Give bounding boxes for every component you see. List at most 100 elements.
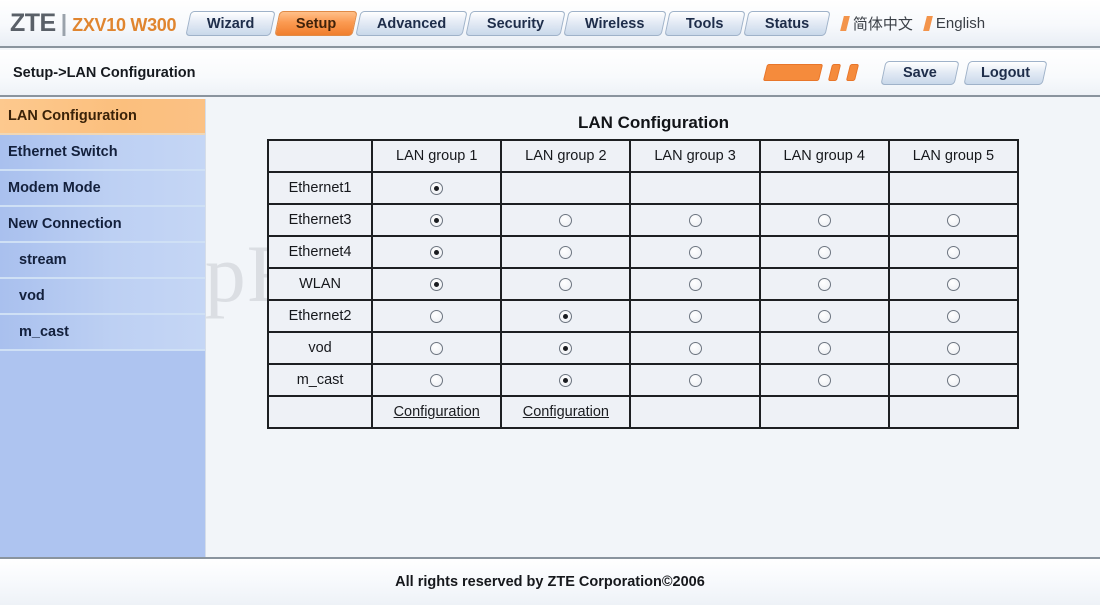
radio-ethernet3-lan-group-2[interactable] — [559, 213, 573, 227]
cell-vod-lan-group-3[interactable] — [629, 331, 761, 365]
radio-m-cast-lan-group-4[interactable] — [817, 373, 831, 387]
configuration-cell-lan-group-2[interactable]: Configuration — [500, 395, 632, 429]
radio-ethernet1-lan-group-1[interactable] — [430, 181, 444, 195]
cell-ethernet4-lan-group-3[interactable] — [629, 235, 761, 269]
radio-ethernet4-lan-group-5[interactable] — [946, 245, 960, 259]
cell-m-cast-lan-group-2[interactable] — [500, 363, 632, 397]
radio-ethernet2-lan-group-2[interactable] — [559, 309, 573, 323]
configuration-cell-lan-group-1[interactable]: Configuration — [371, 395, 503, 429]
cell-ethernet3-lan-group-2[interactable] — [500, 203, 632, 237]
cell-ethernet4-lan-group-2[interactable] — [500, 235, 632, 269]
cell-ethernet3-lan-group-4[interactable] — [758, 203, 890, 237]
cell-ethernet3-lan-group-5[interactable] — [887, 203, 1020, 237]
cell-wlan-lan-group-5[interactable] — [887, 267, 1020, 301]
column-header-lan-group-5: LAN group 5 — [887, 139, 1020, 173]
radio-vod-lan-group-2[interactable] — [559, 341, 573, 355]
logout-button[interactable]: Logout — [963, 60, 1048, 85]
radio-vod-lan-group-3[interactable] — [688, 341, 702, 355]
tab-setup[interactable]: Setup — [273, 10, 358, 36]
cell-ethernet2-lan-group-2[interactable] — [500, 299, 632, 333]
radio-ethernet4-lan-group-3[interactable] — [688, 245, 702, 259]
radio-wlan-lan-group-3[interactable] — [688, 277, 702, 291]
radio-ethernet3-lan-group-4[interactable] — [817, 213, 831, 227]
cell-m-cast-lan-group-1[interactable] — [371, 363, 503, 397]
radio-ethernet4-lan-group-2[interactable] — [559, 245, 573, 259]
tab-security[interactable]: Security — [465, 10, 567, 36]
sidebar-item-ethernet-switch[interactable]: Ethernet Switch — [0, 135, 205, 171]
tab-advanced[interactable]: Advanced — [355, 10, 468, 36]
orange-bar-icon — [827, 64, 841, 81]
cell-wlan-lan-group-4[interactable] — [758, 267, 890, 301]
tab-status[interactable]: Status — [742, 10, 831, 36]
brand-logo: ZTE | ZXV10 W300 — [10, 9, 177, 38]
radio-vod-lan-group-4[interactable] — [817, 341, 831, 355]
sidebar-item-label: Modem Mode — [8, 180, 101, 196]
radio-ethernet4-lan-group-4[interactable] — [817, 245, 831, 259]
row-label-m-cast: m_cast — [266, 363, 374, 397]
radio-wlan-lan-group-1[interactable] — [430, 277, 444, 291]
tab-wireless[interactable]: Wireless — [563, 10, 667, 36]
cell-ethernet2-lan-group-4[interactable] — [758, 299, 890, 333]
breadcrumb-bar: Setup->LAN Configuration Save Logout — [0, 50, 1100, 97]
cell-ethernet1-lan-group-1[interactable] — [371, 171, 503, 205]
sidebar-item-stream[interactable]: stream — [0, 243, 205, 279]
language-english[interactable]: English — [923, 15, 985, 32]
sidebar-item-vod[interactable]: vod — [0, 279, 205, 315]
radio-m-cast-lan-group-3[interactable] — [688, 373, 702, 387]
radio-ethernet3-lan-group-3[interactable] — [688, 213, 702, 227]
radio-m-cast-lan-group-2[interactable] — [559, 373, 573, 387]
cell-vod-lan-group-2[interactable] — [500, 331, 632, 365]
cell-m-cast-lan-group-3[interactable] — [629, 363, 761, 397]
tab-advanced-label: Advanced — [376, 15, 447, 31]
radio-ethernet4-lan-group-1[interactable] — [430, 245, 444, 259]
brand-separator: | — [60, 9, 68, 36]
radio-ethernet2-lan-group-5[interactable] — [946, 309, 960, 323]
lan-configuration-table-wrapper: LAN group 1 LAN group 2 LAN group 3 LAN … — [266, 139, 1020, 429]
save-button[interactable]: Save — [880, 60, 960, 85]
tab-wizard[interactable]: Wizard — [185, 10, 277, 36]
cell-ethernet3-lan-group-1[interactable] — [371, 203, 503, 237]
cell-vod-lan-group-4[interactable] — [758, 331, 890, 365]
cell-ethernet4-lan-group-1[interactable] — [371, 235, 503, 269]
table-row: vod — [266, 331, 1020, 365]
orange-bar-icon — [845, 64, 859, 81]
cell-ethernet2-lan-group-3[interactable] — [629, 299, 761, 333]
cell-ethernet2-lan-group-1[interactable] — [371, 299, 503, 333]
sidebar-item-m-cast[interactable]: m_cast — [0, 315, 205, 351]
radio-wlan-lan-group-5[interactable] — [946, 277, 960, 291]
cell-ethernet3-lan-group-3[interactable] — [629, 203, 761, 237]
cell-vod-lan-group-1[interactable] — [371, 331, 503, 365]
radio-vod-lan-group-1[interactable] — [430, 341, 444, 355]
configuration-cell-lan-group-5 — [887, 395, 1020, 429]
radio-ethernet3-lan-group-5[interactable] — [946, 213, 960, 227]
radio-ethernet3-lan-group-1[interactable] — [430, 213, 444, 227]
radio-ethernet2-lan-group-1[interactable] — [430, 309, 444, 323]
cell-m-cast-lan-group-5[interactable] — [887, 363, 1020, 397]
cell-ethernet4-lan-group-4[interactable] — [758, 235, 890, 269]
radio-ethernet2-lan-group-3[interactable] — [688, 309, 702, 323]
sidebar-item-new-connection[interactable]: New Connection — [0, 207, 205, 243]
radio-m-cast-lan-group-1[interactable] — [430, 373, 444, 387]
cell-ethernet4-lan-group-5[interactable] — [887, 235, 1020, 269]
configuration-link-lan-group-2[interactable]: Configuration — [523, 404, 609, 420]
save-button-label: Save — [902, 64, 937, 81]
sidebar-item-modem-mode[interactable]: Modem Mode — [0, 171, 205, 207]
table-body: Ethernet1 Ethernet3 Ethernet4 WLAN Ethernet2… — [266, 171, 1020, 429]
radio-wlan-lan-group-2[interactable] — [559, 277, 573, 291]
language-chinese[interactable]: 简体中文 — [840, 13, 913, 34]
radio-ethernet2-lan-group-4[interactable] — [817, 309, 831, 323]
radio-vod-lan-group-5[interactable] — [946, 341, 960, 355]
tab-security-label: Security — [487, 15, 545, 31]
cell-vod-lan-group-5[interactable] — [887, 331, 1020, 365]
cell-ethernet2-lan-group-5[interactable] — [887, 299, 1020, 333]
cell-wlan-lan-group-2[interactable] — [500, 267, 632, 301]
configuration-link-lan-group-1[interactable]: Configuration — [394, 404, 480, 420]
cell-wlan-lan-group-1[interactable] — [371, 267, 503, 301]
radio-wlan-lan-group-4[interactable] — [817, 277, 831, 291]
sidebar-item-lan-configuration[interactable]: LAN Configuration — [0, 99, 205, 135]
sidebar-item-label: New Connection — [8, 216, 122, 232]
radio-m-cast-lan-group-5[interactable] — [946, 373, 960, 387]
cell-wlan-lan-group-3[interactable] — [629, 267, 761, 301]
cell-m-cast-lan-group-4[interactable] — [758, 363, 890, 397]
tab-tools[interactable]: Tools — [664, 10, 746, 36]
